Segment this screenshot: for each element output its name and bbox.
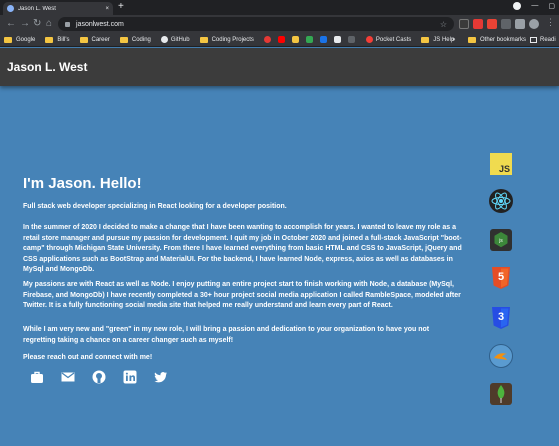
- browser-toolbar: ← → ↻ ⌂ jasonlwest.com ☆ ⋮: [0, 15, 559, 33]
- linkedin-icon[interactable]: [123, 370, 137, 384]
- folder-icon: [119, 36, 128, 43]
- email-icon[interactable]: [61, 370, 75, 384]
- profile-avatar-icon[interactable]: [529, 19, 539, 29]
- folder-icon: [79, 36, 88, 43]
- extension-icon[interactable]: [473, 19, 483, 29]
- extension-icon[interactable]: [459, 19, 469, 29]
- folder-icon: [421, 36, 430, 43]
- site-icon: [333, 36, 341, 43]
- puzzle-extensions-icon[interactable]: [515, 19, 525, 29]
- back-icon[interactable]: ←: [6, 18, 16, 29]
- mongodb-icon: [489, 382, 513, 406]
- folder-icon: [468, 37, 476, 43]
- new-tab-button[interactable]: +: [118, 1, 124, 12]
- bookmark-bills[interactable]: Bill's: [45, 36, 70, 43]
- bookmark-google[interactable]: Google: [4, 36, 35, 43]
- reading-list[interactable]: Readi: [530, 33, 556, 47]
- browser-tab[interactable]: Jason L. West ×: [3, 2, 113, 15]
- page-heading: I'm Jason. Hello!: [23, 175, 142, 192]
- minimize-icon[interactable]: —: [531, 2, 538, 10]
- bookmark-star-icon[interactable]: ☆: [440, 20, 447, 29]
- address-bar[interactable]: jasonlwest.com ☆: [58, 17, 454, 31]
- lock-icon: [65, 21, 70, 27]
- bookmarks-bar: Google Bill's Career Coding GitHub Codin…: [0, 33, 559, 47]
- social-links: [30, 370, 168, 384]
- github-icon[interactable]: [92, 370, 106, 384]
- tab-title: Jason L. West: [18, 5, 56, 12]
- site-header: Jason L. West: [0, 48, 559, 86]
- bookmark-coding[interactable]: Coding: [119, 36, 151, 43]
- bookmark-js-help[interactable]: JS Help: [421, 36, 454, 43]
- story-paragraph: In the summer of 2020 I decided to make …: [23, 224, 462, 273]
- youtube-icon: [277, 36, 285, 43]
- folder-icon: [199, 36, 208, 43]
- bookmark-pocket-casts[interactable]: Pocket Casts: [365, 36, 411, 43]
- bookmark-icon-only[interactable]: [291, 36, 302, 43]
- briefcase-icon[interactable]: [30, 370, 44, 384]
- css3-icon: 3: [489, 306, 513, 330]
- passion-paragraph: My passions are with React as well as No…: [23, 281, 461, 309]
- twitter-icon[interactable]: [154, 370, 168, 384]
- connect-paragraph: Please reach out and connect with me!: [23, 354, 153, 361]
- home-icon[interactable]: ⌂: [46, 18, 52, 29]
- profile-icon[interactable]: [513, 2, 522, 10]
- site-icon: [319, 36, 327, 43]
- intro-paragraph: Full stack web developer specializing in…: [23, 203, 287, 210]
- site-icon: [291, 36, 299, 43]
- extension-icon[interactable]: [487, 19, 497, 29]
- bookmark-icon-only[interactable]: [305, 36, 316, 43]
- address-url[interactable]: jasonlwest.com: [76, 21, 440, 28]
- html5-icon: 5: [489, 266, 513, 290]
- browser-tab-bar: Jason L. West × + — ▢: [0, 0, 559, 15]
- tab-close-icon[interactable]: ×: [105, 6, 109, 12]
- pocket-casts-icon: [365, 36, 373, 43]
- mysql-icon: [489, 344, 513, 368]
- bookmark-icon-only[interactable]: [263, 36, 274, 43]
- forward-icon[interactable]: →: [20, 18, 30, 29]
- site-icon: [305, 36, 313, 43]
- menu-icon[interactable]: ⋮: [546, 17, 555, 28]
- bookmark-icon-only[interactable]: [319, 36, 330, 43]
- site-title[interactable]: Jason L. West: [7, 60, 87, 74]
- bookmark-icon-only[interactable]: [333, 36, 344, 43]
- reload-icon[interactable]: ↻: [33, 18, 41, 29]
- site-icon: [347, 36, 355, 43]
- window-controls: — ▢: [513, 2, 555, 10]
- maximize-icon[interactable]: ▢: [548, 2, 555, 10]
- bookmark-coding-projects[interactable]: Coding Projects: [199, 36, 254, 43]
- bookmarks-overflow-button[interactable]: »: [452, 33, 455, 47]
- site-icon: [263, 36, 271, 43]
- bookmark-youtube[interactable]: [277, 36, 288, 43]
- bookmark-icon-only[interactable]: [347, 36, 358, 43]
- other-bookmarks[interactable]: Other bookmarks: [468, 33, 526, 47]
- folder-icon: [45, 36, 54, 43]
- svg-text:js: js: [498, 238, 503, 244]
- github-icon: [160, 36, 168, 43]
- extension-icon[interactable]: [501, 19, 511, 29]
- reading-list-icon: [530, 37, 537, 43]
- javascript-icon: JS: [489, 152, 513, 176]
- folder-icon: [4, 36, 12, 43]
- bookmark-github[interactable]: GitHub: [160, 36, 190, 43]
- bookmark-career[interactable]: Career: [79, 36, 110, 43]
- nodejs-icon: js: [489, 228, 513, 252]
- react-icon: [489, 189, 513, 213]
- closing-paragraph: While I am very new and "green" in my ne…: [23, 326, 430, 344]
- site-favicon-icon: [7, 5, 14, 12]
